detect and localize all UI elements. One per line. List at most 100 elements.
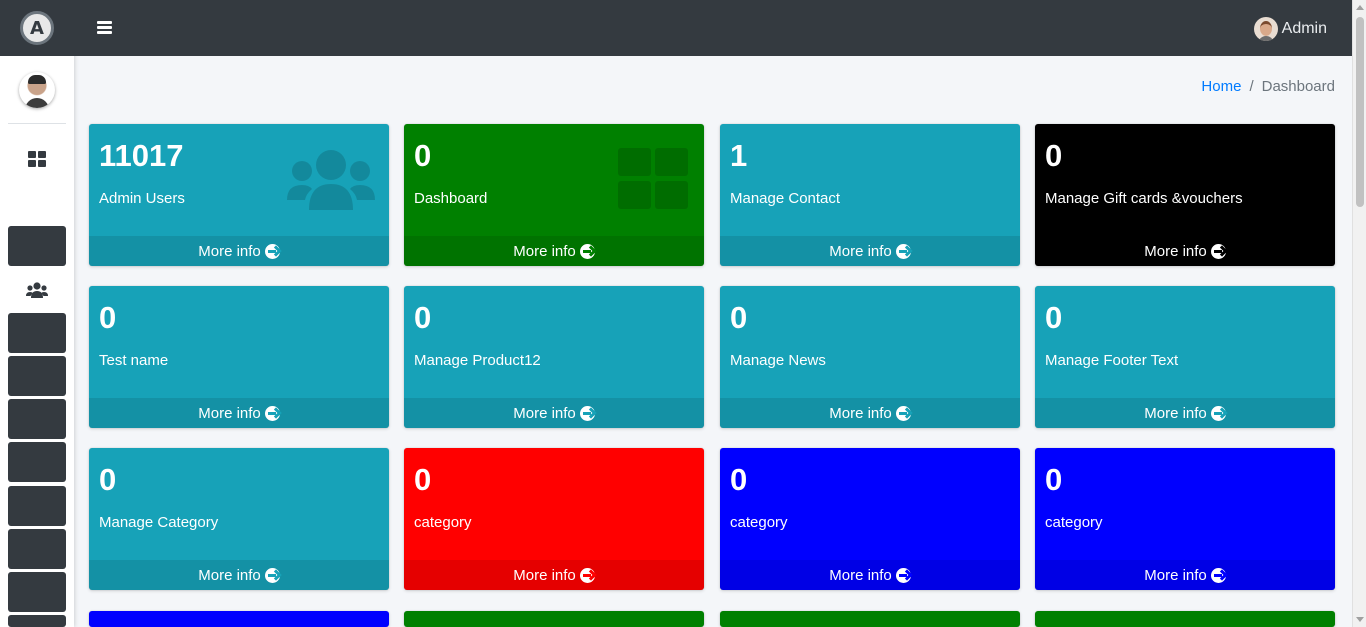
- stat-card-admin-users: 11017 Admin Users More info: [89, 124, 389, 266]
- stat-card-partial: [404, 611, 704, 627]
- card-count: 0: [730, 300, 748, 335]
- stat-card-partial: [720, 611, 1020, 627]
- card-count: 1: [730, 138, 748, 173]
- users-icon: [287, 150, 375, 210]
- stat-card-manage-category: 0 Manage Category More info: [89, 448, 389, 590]
- more-info-label: More info: [829, 566, 892, 584]
- user-panel: [8, 56, 66, 124]
- arrow-circle-right-icon: [264, 405, 280, 421]
- more-info-link[interactable]: More info: [89, 236, 389, 266]
- more-info-link[interactable]: More info: [404, 560, 704, 590]
- arrow-circle-right-icon: [579, 243, 595, 259]
- scroll-up-icon[interactable]: [1356, 5, 1364, 10]
- more-info-link[interactable]: More info: [1035, 398, 1335, 428]
- arrow-circle-right-icon: [1210, 243, 1226, 259]
- sidebar-item-collapsed[interactable]: [8, 226, 66, 266]
- breadcrumb-separator: /: [1249, 78, 1254, 95]
- more-info-link[interactable]: More info: [89, 560, 389, 590]
- breadcrumb: Home / Dashboard: [1201, 78, 1335, 95]
- user-name[interactable]: Admin: [1282, 20, 1327, 38]
- sidebar-item-collapsed[interactable]: [8, 529, 66, 569]
- stat-card-footer-text: 0 Manage Footer Text More info: [1035, 286, 1335, 428]
- more-info-label: More info: [829, 404, 892, 422]
- dashboard-icon: [618, 148, 690, 210]
- stat-card-manage-news: 0 Manage News More info: [720, 286, 1020, 428]
- stat-card-category-blue: 0 category More info: [720, 448, 1020, 590]
- card-title: category: [414, 514, 472, 531]
- card-title: Manage Contact: [730, 190, 841, 207]
- sidebar-item-collapsed[interactable]: [8, 399, 66, 439]
- arrow-circle-right-icon: [895, 567, 911, 583]
- user-avatar[interactable]: [19, 71, 55, 108]
- sidebar-item-collapsed[interactable]: [8, 615, 66, 627]
- sidebar-item-collapsed[interactable]: [8, 313, 66, 353]
- more-info-label: More info: [513, 566, 576, 584]
- page-scrollbar[interactable]: [1352, 0, 1366, 627]
- more-info-label: More info: [198, 566, 261, 584]
- card-title: Test name: [99, 352, 169, 369]
- breadcrumb-home-link[interactable]: Home: [1201, 78, 1241, 95]
- brand[interactable]: A: [0, 0, 74, 56]
- card-title: category: [1045, 514, 1103, 531]
- card-count: 0: [99, 300, 117, 335]
- more-info-label: More info: [1144, 242, 1207, 260]
- stat-card-manage-product: 0 Manage Product12 More info: [404, 286, 704, 428]
- more-info-link[interactable]: More info: [404, 236, 704, 266]
- top-navbar: Admin: [74, 0, 1352, 56]
- more-info-link[interactable]: More info: [1035, 560, 1335, 590]
- user-avatar-small[interactable]: [1253, 17, 1278, 41]
- scroll-thumb[interactable]: [1356, 17, 1364, 207]
- breadcrumb-current: Dashboard: [1261, 78, 1335, 95]
- more-info-label: More info: [198, 242, 261, 260]
- scroll-down-icon[interactable]: [1356, 617, 1364, 622]
- dashboard-icon[interactable]: [28, 151, 46, 167]
- more-info-link[interactable]: More info: [720, 560, 1020, 590]
- arrow-circle-right-icon: [895, 405, 911, 421]
- sidebar-item-collapsed[interactable]: [8, 442, 66, 482]
- arrow-circle-right-icon: [264, 243, 280, 259]
- sidebar-item-collapsed[interactable]: [8, 356, 66, 396]
- card-title: Admin Users: [99, 190, 185, 207]
- more-info-link[interactable]: More info: [404, 398, 704, 428]
- users-icon[interactable]: [26, 282, 48, 298]
- more-info-label: More info: [513, 242, 576, 260]
- card-count: 0: [99, 462, 117, 497]
- more-info-label: More info: [513, 404, 576, 422]
- arrow-circle-right-icon: [1210, 567, 1226, 583]
- more-info-label: More info: [1144, 566, 1207, 584]
- card-title: Manage Product12: [414, 352, 541, 369]
- card-title: Manage News: [730, 352, 826, 369]
- card-count: 0: [414, 138, 432, 173]
- hamburger-icon[interactable]: [97, 21, 112, 34]
- user-menu[interactable]: Admin: [1253, 17, 1327, 41]
- stat-card-partial: [89, 611, 389, 627]
- arrow-circle-right-icon: [264, 567, 280, 583]
- card-title: Manage Footer Text: [1045, 352, 1179, 369]
- stat-card-manage-contact: 1 Manage Contact More info: [720, 124, 1020, 266]
- more-info-link[interactable]: More info: [720, 398, 1020, 428]
- card-count: 11017: [99, 138, 184, 173]
- sidebar-item-collapsed[interactable]: [8, 572, 66, 612]
- card-count: 0: [414, 462, 432, 497]
- card-count: 0: [414, 300, 432, 335]
- arrow-circle-right-icon: [579, 405, 595, 421]
- more-info-link[interactable]: More info: [1035, 236, 1335, 266]
- sidebar-item-collapsed[interactable]: [8, 486, 66, 526]
- card-title: Dashboard: [414, 190, 488, 207]
- more-info-link[interactable]: More info: [720, 236, 1020, 266]
- card-count: 0: [730, 462, 748, 497]
- card-title: Manage Gift cards &vouchers: [1045, 190, 1243, 207]
- stat-card-test-name: 0 Test name More info: [89, 286, 389, 428]
- arrow-circle-right-icon: [1210, 405, 1226, 421]
- card-title: category: [730, 514, 788, 531]
- brand-logo[interactable]: A: [20, 11, 54, 45]
- stat-card-gift-cards: 0 Manage Gift cards &vouchers More info: [1035, 124, 1335, 266]
- stat-card-partial: [1035, 611, 1335, 627]
- more-info-link[interactable]: More info: [89, 398, 389, 428]
- stat-card-dashboard: 0 Dashboard More info: [404, 124, 704, 266]
- more-info-label: More info: [1144, 404, 1207, 422]
- more-info-label: More info: [829, 242, 892, 260]
- stat-card-category-blue: 0 category More info: [1035, 448, 1335, 590]
- arrow-circle-right-icon: [895, 243, 911, 259]
- card-count: 0: [1045, 462, 1063, 497]
